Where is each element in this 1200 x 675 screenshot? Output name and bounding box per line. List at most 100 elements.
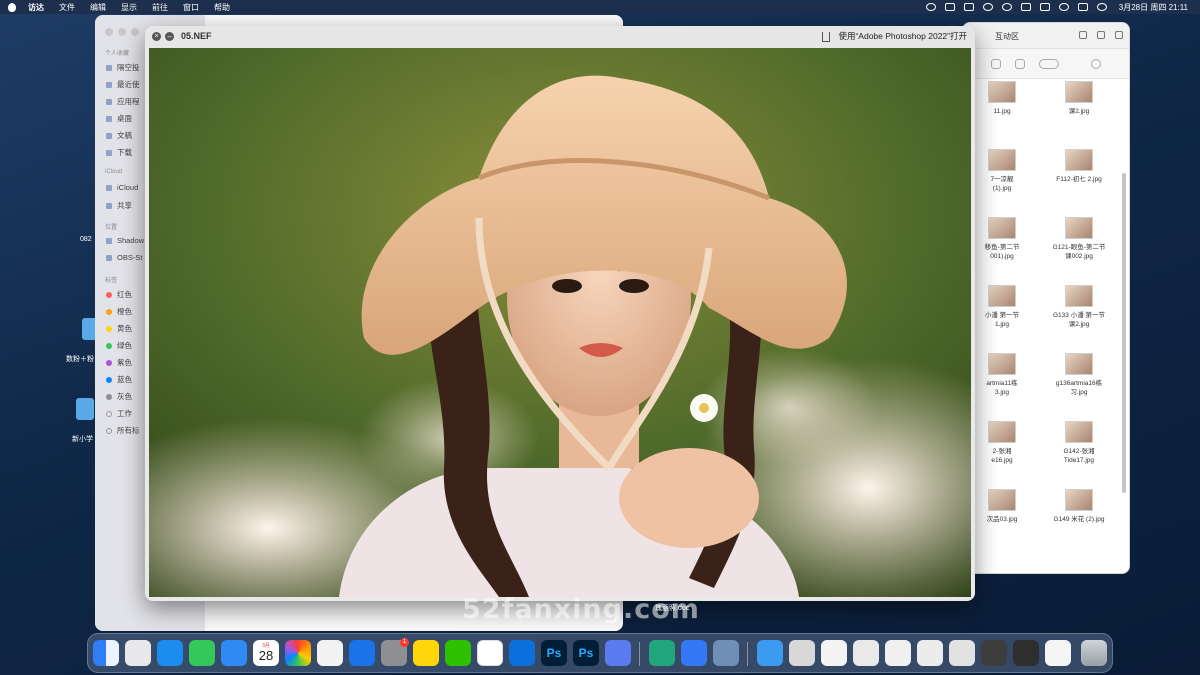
recent-file-thumbnail-icon[interactable] xyxy=(853,640,879,666)
sidebar-item-shadow[interactable]: Shadow xyxy=(106,236,144,245)
sidebar-item-tag[interactable]: 紫色 xyxy=(106,357,132,368)
recent-file-thumbnail-icon[interactable] xyxy=(917,640,943,666)
safari-icon[interactable] xyxy=(157,640,183,666)
menu-go[interactable]: 前往 xyxy=(152,2,168,13)
control-center-icon[interactable] xyxy=(1077,3,1088,11)
search-icon[interactable] xyxy=(1091,59,1101,69)
telegram-status-icon[interactable] xyxy=(944,3,955,11)
menu-help[interactable]: 帮助 xyxy=(214,2,230,13)
browser-icon[interactable] xyxy=(509,640,535,666)
sidebar-item-tag[interactable]: 绿色 xyxy=(106,340,132,351)
sidebar-item-tag[interactable]: 黄色 xyxy=(106,323,132,334)
sidebar-toggle-icon[interactable] xyxy=(1115,31,1123,39)
input-method-icon[interactable] xyxy=(1020,3,1031,11)
apple-menu-icon[interactable] xyxy=(8,2,16,12)
siri-icon[interactable] xyxy=(1096,3,1107,11)
refresh-icon[interactable] xyxy=(1079,31,1087,39)
share-icon[interactable] xyxy=(822,32,830,42)
file-item[interactable]: 小潘 第一节 1.jpg xyxy=(971,285,1033,341)
recent-file-thumbnail-icon[interactable] xyxy=(821,640,847,666)
desktop-doc-label[interactable]: 瑰丽照.doc xyxy=(655,603,689,613)
mail-icon[interactable] xyxy=(221,640,247,666)
folder-icon[interactable] xyxy=(76,398,94,420)
file-item[interactable]: G149 米花 (2).jpg xyxy=(1041,489,1117,545)
file-item[interactable]: 次品03.jpg xyxy=(971,489,1033,545)
file-item[interactable]: 移鱼-第二节 001).jpg xyxy=(971,217,1033,273)
share-icon[interactable] xyxy=(991,59,1001,69)
sidebar-item-desktop[interactable]: 桌面 xyxy=(106,113,132,124)
sidebar-item-tag[interactable]: 橙色 xyxy=(106,306,132,317)
sidebar-item-tag[interactable]: 蓝色 xyxy=(106,374,132,385)
system-settings-icon[interactable]: 1 xyxy=(381,638,409,666)
file-item[interactable]: artmia11练 3.jpg xyxy=(971,353,1033,409)
menu-finder[interactable]: 访达 xyxy=(28,2,44,13)
screen-capture-icon[interactable] xyxy=(713,640,739,666)
wifi-icon[interactable] xyxy=(1058,3,1069,11)
menu-window[interactable]: 窗口 xyxy=(183,2,199,13)
sidebar-item-tag[interactable]: 灰色 xyxy=(106,391,132,402)
recent-file-thumbnail-icon[interactable] xyxy=(1045,640,1071,666)
recent-file-thumbnail-icon[interactable] xyxy=(949,640,975,666)
menu-clock[interactable]: 3月28日 周四 21:11 xyxy=(1119,2,1188,13)
file-item[interactable]: 7一凉靓 (1).jpg xyxy=(971,149,1033,205)
close-icon[interactable]: × xyxy=(152,32,161,41)
app-icon[interactable] xyxy=(649,640,675,666)
app-icon[interactable] xyxy=(681,640,707,666)
sidebar-item-shared[interactable]: 共享 xyxy=(106,200,132,211)
file-item[interactable]: 课2.jpg xyxy=(1041,81,1117,137)
messages-icon[interactable] xyxy=(189,640,215,666)
battery-icon[interactable] xyxy=(1039,3,1050,11)
sidebar-item-icloud-drive[interactable]: iCloud xyxy=(106,183,138,192)
sidebar-item-tag[interactable]: 所有标 xyxy=(106,425,140,436)
zoom-icon[interactable] xyxy=(131,28,139,36)
wps-icon[interactable] xyxy=(477,640,503,666)
photos-icon[interactable] xyxy=(285,640,311,666)
scrollbar[interactable] xyxy=(1122,173,1126,493)
sidebar-item-documents[interactable]: 文稿 xyxy=(106,130,132,141)
file-item[interactable]: 2-张湘 e16.jpg xyxy=(971,421,1033,477)
notes-icon[interactable] xyxy=(413,640,439,666)
menu-file[interactable]: 文件 xyxy=(59,2,75,13)
tag-icon[interactable] xyxy=(1015,59,1025,69)
baidu-netdisk-icon[interactable] xyxy=(605,640,631,666)
display-status-icon[interactable] xyxy=(963,3,974,11)
file-item[interactable]: G133 小潘 第一节 课2.jpg xyxy=(1041,285,1117,341)
calendar-icon[interactable]: 3月 28 xyxy=(253,640,279,666)
finder-icon[interactable] xyxy=(93,640,119,666)
file-item[interactable]: 11.jpg xyxy=(971,81,1033,137)
recent-file-thumbnail-icon[interactable] xyxy=(789,640,815,666)
recent-file-thumbnail-icon[interactable] xyxy=(885,640,911,666)
sidebar-item-airdrop[interactable]: 隔空投 xyxy=(106,62,140,73)
menu-view[interactable]: 显示 xyxy=(121,2,137,13)
downloads-folder-icon[interactable] xyxy=(757,640,783,666)
sidebar-item-tag[interactable]: 红色 xyxy=(106,289,132,300)
desktop-folder-label[interactable]: 新小学 xyxy=(72,434,93,444)
menu-edit[interactable]: 编辑 xyxy=(90,2,106,13)
sidebar-item-recents[interactable]: 最近使 xyxy=(106,79,140,90)
vpn-status-icon[interactable] xyxy=(1001,3,1012,11)
photoshop-icon[interactable]: Ps xyxy=(573,640,599,666)
file-item[interactable]: G142-张湘 Tide17.jpg xyxy=(1041,421,1117,477)
wechat-status-icon[interactable] xyxy=(925,3,936,11)
app-store-icon[interactable] xyxy=(349,640,375,666)
photoshop-icon[interactable]: Ps xyxy=(541,640,567,666)
recent-file-thumbnail-icon[interactable] xyxy=(981,640,1007,666)
reminders-icon[interactable] xyxy=(317,640,343,666)
more-actions-icon[interactable] xyxy=(1039,59,1059,69)
file-item[interactable]: g136artmia16练 习.jpg xyxy=(1041,353,1117,409)
desktop-folder-label[interactable]: 数粉＋粉 xyxy=(66,354,94,364)
recent-file-thumbnail-icon[interactable] xyxy=(1013,640,1039,666)
file-item[interactable]: G121-眼鱼-第二节 课002.jpg xyxy=(1041,217,1117,273)
open-with-photoshop-button[interactable]: 使用“Adobe Photoshop 2022”打开 xyxy=(838,30,967,42)
minimize-icon[interactable] xyxy=(118,28,126,36)
sidebar-item-obs[interactable]: OBS-St xyxy=(106,253,142,262)
file-item[interactable]: F112-初七 2.jpg xyxy=(1041,149,1117,205)
trash-icon[interactable] xyxy=(1081,640,1107,666)
wechat-icon[interactable] xyxy=(445,640,471,666)
pin-icon[interactable] xyxy=(1097,31,1105,39)
sidebar-item-downloads[interactable]: 下载 xyxy=(106,147,132,158)
launchpad-icon[interactable] xyxy=(125,640,151,666)
cloud-status-icon[interactable] xyxy=(982,3,993,11)
sidebar-item-tag[interactable]: 工作 xyxy=(106,408,132,419)
close-icon[interactable] xyxy=(105,28,113,36)
